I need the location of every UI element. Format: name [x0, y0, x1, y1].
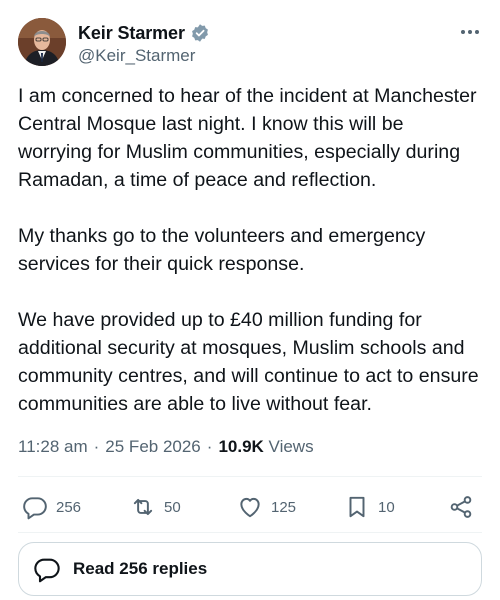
divider: [18, 476, 482, 477]
like-button[interactable]: 125: [237, 492, 296, 522]
reply-bubble-icon: [34, 558, 60, 583]
tweet-paragraph: We have provided up to £40 million fundi…: [18, 309, 479, 415]
meta-separator: ·: [206, 437, 213, 456]
repost-count: 50: [164, 498, 181, 516]
read-replies-label: Read 256 replies: [73, 559, 208, 578]
bookmark-icon: [349, 496, 365, 518]
verified-badge-icon[interactable]: [190, 23, 210, 43]
tweet-meta: 11:28 am · 25 Feb 2026 · 10.9K Views: [18, 436, 314, 458]
tweet-paragraph: I am concerned to hear of the incident a…: [18, 85, 477, 191]
like-count: 125: [271, 498, 297, 516]
repost-button[interactable]: 50: [130, 492, 181, 522]
repost-icon: [133, 498, 153, 516]
reply-count: 256: [56, 498, 82, 516]
bookmark-button[interactable]: 10: [344, 492, 395, 522]
bookmark-count: 10: [378, 498, 395, 516]
tweet-paragraph: My thanks go to the volunteers and emerg…: [18, 225, 426, 275]
heart-icon: [240, 497, 260, 518]
author-info: Keir Starmer @Keir_Starmer: [78, 22, 210, 67]
read-replies-button[interactable]: Read 256 replies: [18, 542, 482, 596]
tweet-date[interactable]: 25 Feb 2026: [105, 436, 200, 458]
author-display-name[interactable]: Keir Starmer: [78, 22, 185, 44]
reply-button[interactable]: 256: [22, 492, 81, 522]
action-bar: 256 50 125 10: [18, 492, 482, 522]
meta-separator: ·: [93, 437, 100, 456]
tweet-text: I am concerned to hear of the incident a…: [18, 82, 480, 418]
share-icon: [450, 496, 472, 518]
divider: [18, 532, 482, 533]
views-label: Views: [268, 437, 314, 456]
tweet-header: Keir Starmer @Keir_Starmer: [18, 18, 482, 70]
author-handle[interactable]: @Keir_Starmer: [78, 45, 210, 67]
tweet-card: Keir Starmer @Keir_Starmer I am concerne…: [0, 0, 500, 600]
avatar-photo: [18, 18, 66, 66]
more-options-icon[interactable]: [458, 26, 482, 38]
share-button[interactable]: [448, 492, 474, 522]
avatar[interactable]: [18, 18, 66, 66]
name-row: Keir Starmer: [78, 22, 210, 44]
tweet-time[interactable]: 11:28 am: [18, 436, 88, 458]
views-count: 10.9K: [218, 437, 264, 456]
reply-icon: [23, 497, 47, 520]
